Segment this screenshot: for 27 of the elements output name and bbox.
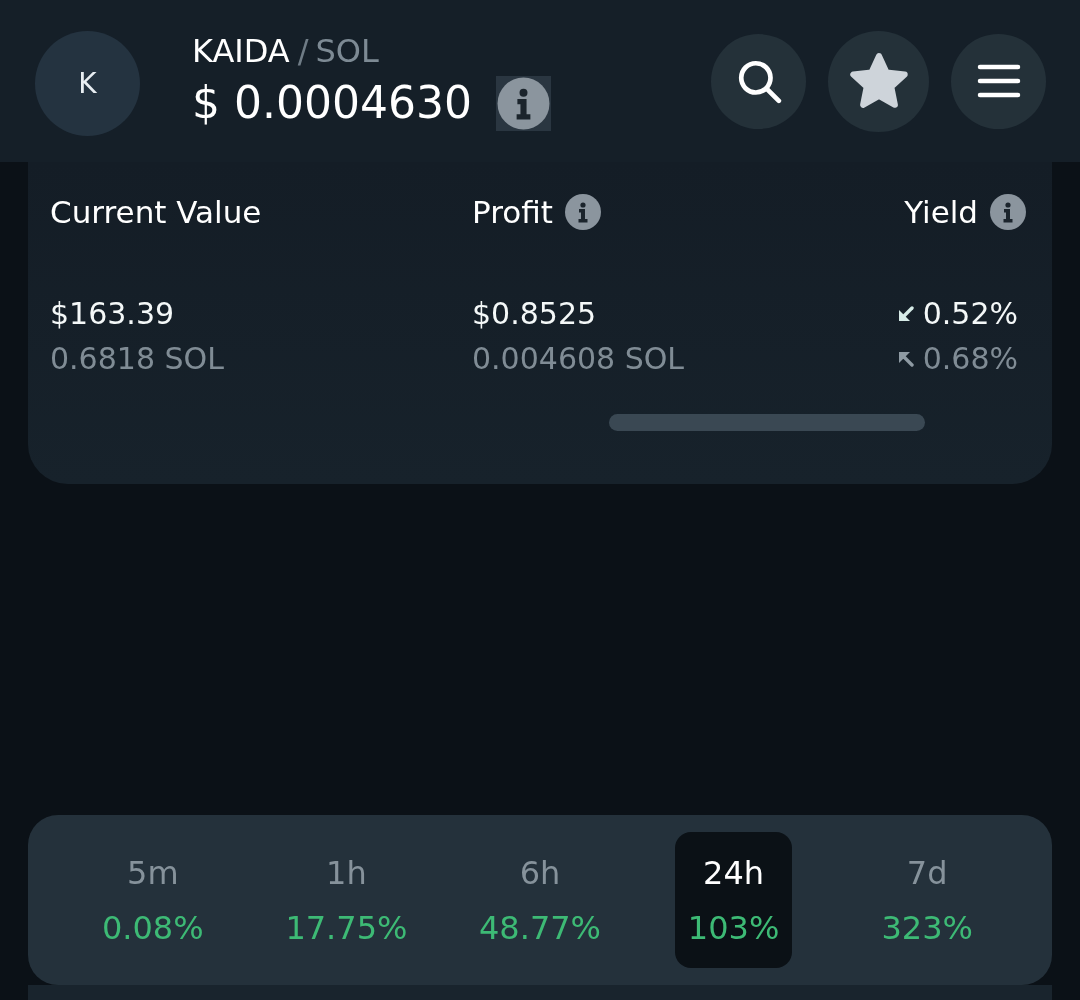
timeframe-tab[interactable]: 5m 0.08% [94, 832, 212, 968]
arrow-up-left-icon [897, 350, 914, 367]
timeframe-tab[interactable]: 1h 17.75% [281, 832, 412, 968]
stat-label: Yield [904, 193, 978, 232]
timeframe-tab[interactable]: 7d 323% [868, 832, 986, 968]
info-icon[interactable] [495, 75, 551, 131]
timeframe-tab[interactable]: 24h 103% [675, 832, 793, 968]
menu-icon [976, 64, 1021, 98]
pair-separator: / [297, 31, 309, 70]
stat-value: 0.004608 SOL [472, 340, 685, 378]
info-icon[interactable] [564, 194, 601, 230]
stat-value: $0.8525 [472, 295, 597, 333]
stat-value: 0.6818 SOL [50, 340, 224, 378]
token-price: $ 0.0004630 [192, 76, 472, 130]
stat-value: 0.68% [922, 340, 1018, 378]
stat-value: 0.52% [922, 295, 1018, 333]
timeframe-tab[interactable]: 6h 48.77% [475, 832, 605, 968]
token-avatar: K [35, 30, 140, 136]
info-icon[interactable] [990, 194, 1026, 230]
stat-label: Profit [472, 193, 553, 232]
stat-label: Current Value [50, 193, 262, 232]
token-symbol: KAIDA [192, 31, 290, 70]
quote-symbol: SOL [315, 31, 379, 70]
stat-value: $163.39 [50, 295, 175, 333]
scrollbar-thumb[interactable] [609, 414, 925, 431]
star-icon [848, 52, 909, 110]
arrow-down-left-icon [897, 305, 914, 322]
